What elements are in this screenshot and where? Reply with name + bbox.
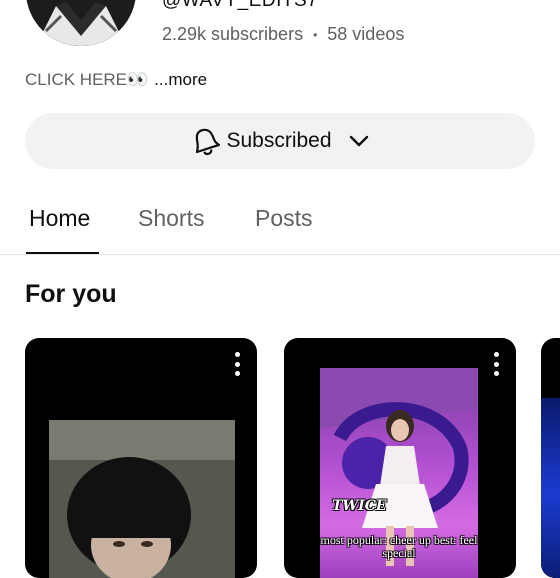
- tab-shorts[interactable]: Shorts: [138, 205, 204, 232]
- video-caption-artist: TWICE: [332, 498, 387, 514]
- more-vertical-icon[interactable]: [229, 352, 245, 376]
- short-thumbnail: [541, 398, 560, 578]
- tab-home[interactable]: Home: [29, 205, 90, 232]
- channel-description[interactable]: CLICK HERE👀 ...more: [25, 70, 207, 90]
- section-title: For you: [25, 280, 117, 308]
- more-vertical-icon[interactable]: [488, 352, 504, 376]
- tab-posts[interactable]: Posts: [255, 205, 313, 232]
- short-thumbnail: TWICE most popular: cheer up best: feel …: [320, 368, 478, 578]
- short-card[interactable]: [541, 338, 560, 578]
- short-card[interactable]: TWICE most popular: cheer up best: feel …: [284, 338, 516, 578]
- bell-icon: [196, 128, 221, 156]
- video-caption-subtitle: most popular: cheer up best: feel specia…: [320, 533, 478, 560]
- description-text: CLICK HERE👀: [25, 70, 149, 89]
- channel-stats: 2.29k subscribers • 58 videos: [162, 24, 404, 45]
- subscriber-count: 2.29k subscribers: [162, 24, 304, 44]
- chevron-down-icon: [349, 135, 368, 147]
- short-thumbnail: [49, 420, 235, 578]
- channel-tabs: Home Shorts Posts: [0, 195, 560, 255]
- subscribed-button[interactable]: Subscribed: [25, 113, 535, 169]
- video-count: 58 videos: [327, 24, 405, 44]
- short-card[interactable]: [25, 338, 257, 578]
- channel-handle: @WAVY_EDITS7: [162, 0, 319, 11]
- more-link[interactable]: ...more: [154, 70, 207, 89]
- subscribed-label: Subscribed: [226, 129, 332, 152]
- tabs-divider: [0, 254, 560, 255]
- channel-avatar[interactable]: [26, 0, 136, 46]
- stats-separator: •: [313, 27, 318, 42]
